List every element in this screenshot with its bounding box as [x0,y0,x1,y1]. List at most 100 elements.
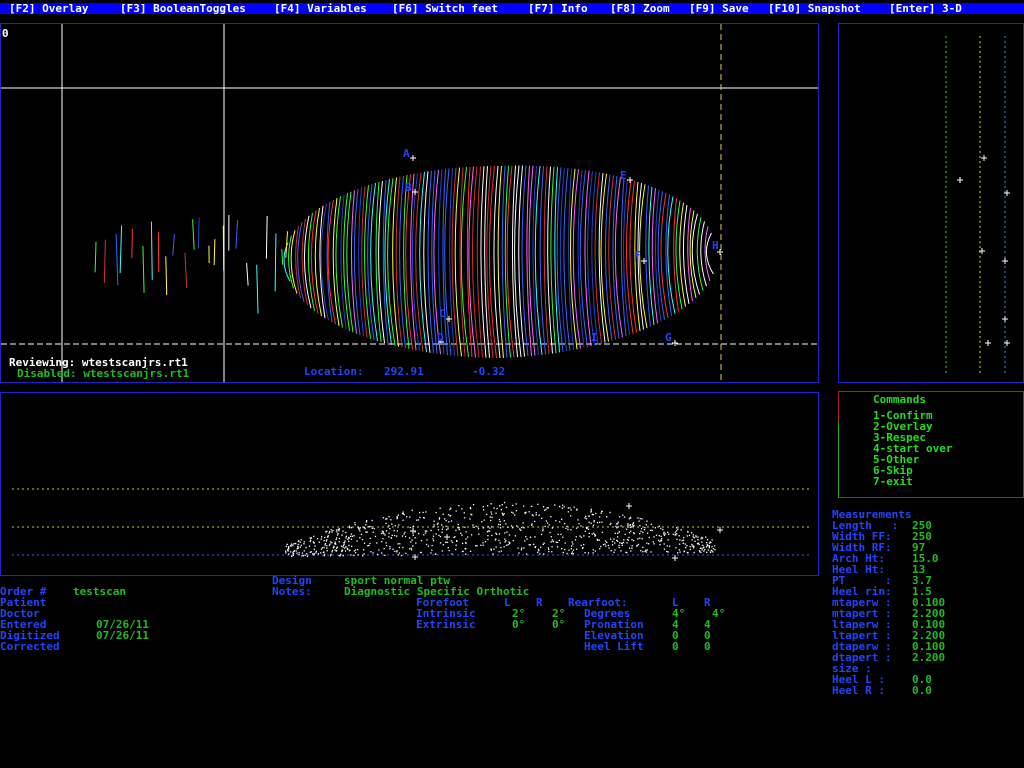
side-point [605,545,607,547]
side-point [704,549,706,551]
side-point [410,547,412,549]
side-point [321,536,323,538]
scan-tail-line [131,228,133,259]
side-point [385,542,387,544]
side-point [620,525,622,527]
marker-a[interactable]: A [403,148,410,159]
side-point [345,531,347,534]
scan-contour [410,173,417,351]
side-point [663,533,665,535]
side-point [491,516,493,518]
side-point [455,510,457,512]
side-point [631,545,633,547]
side-point [442,544,445,546]
side-point [629,547,631,549]
side-point [614,549,616,551]
side-point [390,537,392,539]
profile-crosshair-marks [957,155,1010,346]
marker-d[interactable]: D [437,332,444,343]
marker-i[interactable]: I [591,332,598,343]
side-point [467,536,469,538]
side-point [368,526,370,528]
side-point [487,530,489,532]
side-point [498,551,500,553]
side-point [388,515,390,518]
side-point [469,518,471,520]
marker-e[interactable]: E [620,170,627,181]
profile-cross [1002,258,1008,264]
commands-panel-accent [838,422,839,498]
side-point [493,507,495,509]
side-point [419,511,421,514]
side-point [543,553,545,555]
side-point [539,553,541,555]
side-point [520,529,522,531]
side-point [447,528,449,530]
side-point [438,534,440,537]
side-point [299,541,301,543]
side-point [296,552,298,554]
side-point [461,550,464,553]
side-point [465,553,467,555]
landmark-cross [627,177,633,183]
side-point [389,546,391,548]
side-point [646,520,648,522]
side-point [692,534,694,536]
side-point [626,542,628,544]
side-point [473,526,475,529]
side-point [337,528,339,531]
scan-tail-line [172,234,175,256]
side-point [623,539,625,541]
side-point [644,527,646,529]
side-point [697,542,699,544]
side-point [568,549,570,551]
side-point [322,551,325,553]
side-point [590,510,592,512]
side-point [591,533,593,535]
side-point [392,548,394,550]
side-point [490,548,492,550]
profile-cross [985,340,991,346]
side-point [326,545,328,547]
side-point [304,554,306,556]
side-point [489,527,491,529]
side-point [622,541,625,544]
side-point [593,532,595,534]
side-point [394,534,396,537]
side-point [676,527,678,529]
side-point [629,524,631,527]
landmark-cross [672,340,678,346]
side-point [524,540,526,542]
profile-cross [979,248,985,254]
side-point [543,509,546,511]
side-point [336,529,338,531]
side-point [618,546,620,549]
side-point [570,548,572,550]
side-point [620,550,622,552]
side-point [471,534,473,536]
side-point [445,529,448,531]
marker-c[interactable]: C [439,308,446,319]
side-point [344,547,346,549]
side-point [574,539,577,541]
marker-g[interactable]: G [665,332,672,343]
side-point [303,543,305,545]
marker-h[interactable]: H [712,240,719,251]
side-point [617,521,619,523]
side-point [652,541,654,543]
side-point [450,520,453,522]
side-point [585,526,587,528]
side-point [365,521,368,523]
command-exit[interactable]: 7-exit [873,476,913,487]
side-point [383,548,385,550]
side-point [551,546,553,548]
marker-f[interactable]: F [634,250,641,261]
side-point [596,521,599,524]
side-point [669,545,671,547]
marker-b[interactable]: B [405,182,412,193]
location-label: Location: [304,365,364,378]
side-point [348,537,350,539]
side-point [631,524,634,526]
side-point [381,552,383,554]
side-point [711,546,713,548]
